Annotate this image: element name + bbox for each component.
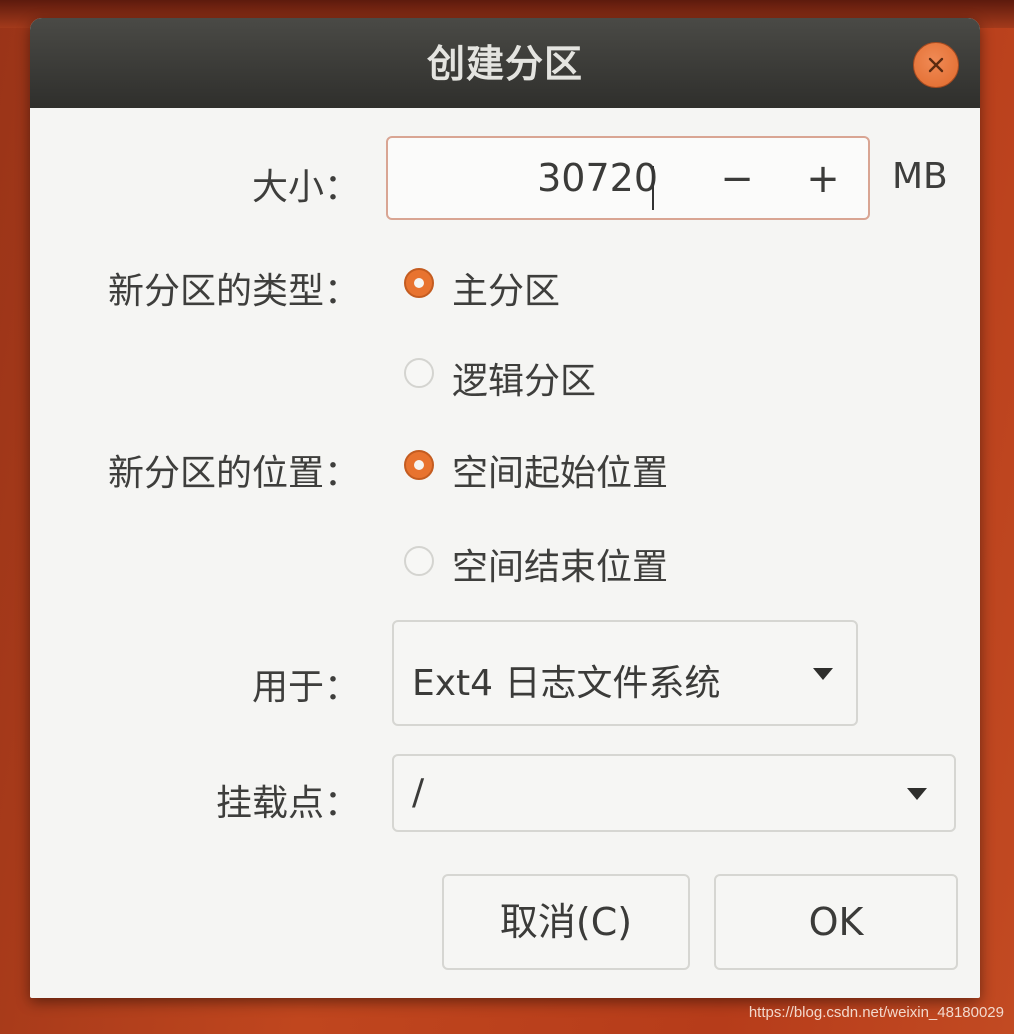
dropdown-arrow-icon xyxy=(907,788,927,800)
option-primary-partition[interactable]: 主分区 xyxy=(452,262,560,314)
dialog-title: 创建分区 xyxy=(426,42,583,86)
size-input[interactable]: 30720 xyxy=(448,156,658,200)
size-spinbutton[interactable]: 30720 − + xyxy=(386,136,870,220)
radio-end-of-space[interactable] xyxy=(404,546,434,576)
size-increment-button[interactable]: + xyxy=(796,156,850,204)
option-logical-partition[interactable]: 逻辑分区 xyxy=(452,352,596,404)
radio-primary-partition[interactable] xyxy=(404,268,434,298)
size-decrement-button[interactable]: − xyxy=(710,156,764,204)
filesystem-dropdown-value: Ext4 日志文件系统 xyxy=(412,663,721,704)
close-icon xyxy=(928,57,944,73)
radio-logical-partition[interactable] xyxy=(404,358,434,388)
close-button[interactable] xyxy=(913,42,959,88)
cancel-button[interactable]: 取消(C) xyxy=(442,874,690,970)
option-end-of-space[interactable]: 空间结束位置 xyxy=(452,538,668,590)
ok-button[interactable]: OK xyxy=(714,874,958,970)
size-label: 大小： xyxy=(251,167,360,208)
partition-type-label: 新分区的类型： xyxy=(107,271,360,312)
mount-point-label: 挂载点： xyxy=(215,783,360,824)
create-partition-dialog: 创建分区 大小： 30720 − + MB 新分区的类型： 主分区 逻辑分区 新… xyxy=(30,18,980,998)
partition-location-label: 新分区的位置： xyxy=(107,453,360,494)
use-as-label: 用于： xyxy=(251,667,360,708)
dropdown-arrow-icon xyxy=(813,668,833,680)
option-start-of-space[interactable]: 空间起始位置 xyxy=(452,444,668,496)
mount-point-combobox[interactable]: / xyxy=(392,754,956,832)
watermark-url: https://blog.csdn.net/weixin_48180029 xyxy=(748,1004,1004,1021)
radio-start-of-space[interactable] xyxy=(404,450,434,480)
text-cursor xyxy=(652,166,654,210)
mount-point-input[interactable]: / xyxy=(412,772,424,813)
size-unit: MB xyxy=(892,156,948,197)
filesystem-dropdown[interactable]: Ext4 日志文件系统 xyxy=(392,620,858,726)
